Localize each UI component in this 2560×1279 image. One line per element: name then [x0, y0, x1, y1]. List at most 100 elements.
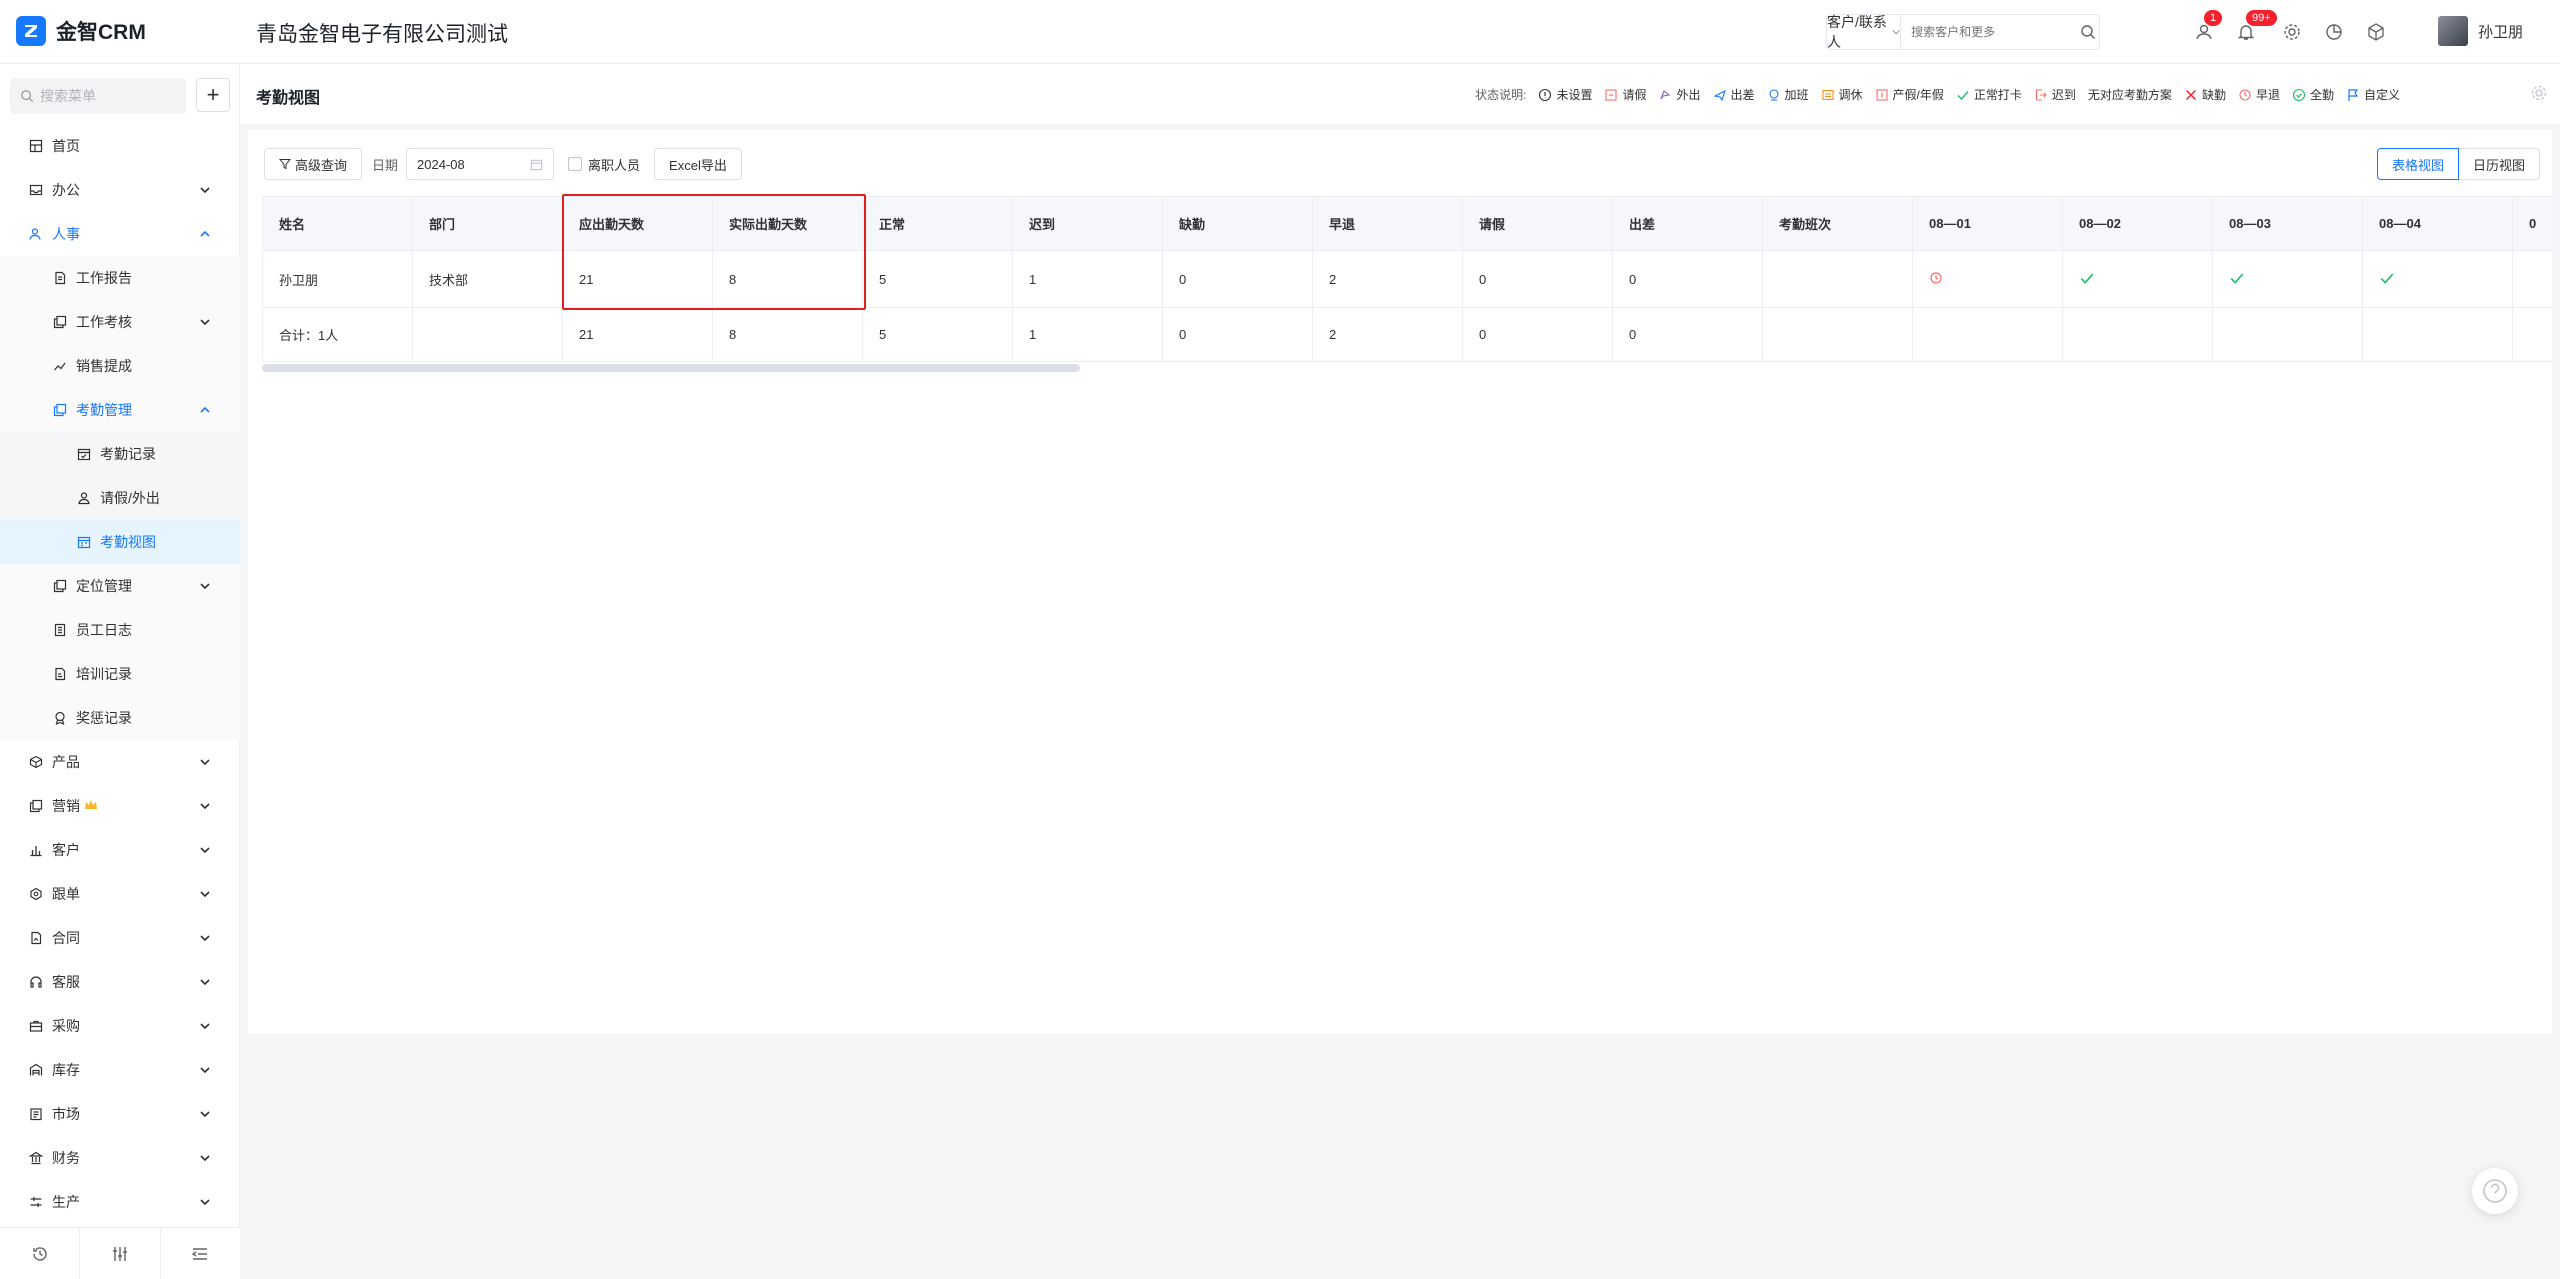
menu-search-input[interactable]: 搜索菜单 — [10, 78, 186, 114]
excel-export-button[interactable]: Excel导出 — [654, 148, 742, 180]
legend-leave: 请假 — [1604, 86, 1646, 103]
cell-day[interactable] — [2512, 250, 2552, 308]
sidebar-item-marketing[interactable]: 营销 — [0, 784, 240, 828]
col-header[interactable]: 08—03 — [2212, 196, 2363, 251]
sidebar-item-location[interactable]: 定位管理 — [0, 564, 240, 608]
cell-day[interactable] — [2062, 250, 2213, 308]
sidebar-footer — [0, 1227, 240, 1279]
sidebar-item-label: 请假/外出 — [100, 490, 160, 506]
copy-icon — [52, 578, 68, 594]
col-header[interactable]: 08—01 — [1912, 196, 2063, 251]
col-header[interactable]: 早退 — [1312, 196, 1463, 251]
search-type-select[interactable]: 客户/联系人 — [1827, 14, 1902, 50]
sidebar-item-home[interactable]: 首页 — [0, 124, 240, 168]
sidebar-item-service[interactable]: 客服 — [0, 960, 240, 1004]
col-header[interactable]: 正常 — [862, 196, 1013, 251]
home-icon — [28, 138, 44, 154]
cell-day[interactable] — [1912, 250, 2063, 308]
col-header[interactable]: 实际出勤天数 — [712, 196, 863, 251]
col-header[interactable]: 请假 — [1462, 196, 1613, 251]
bell-icon[interactable]: 99+ — [2234, 10, 2277, 44]
file-edit-icon — [52, 666, 68, 682]
checkbox-box[interactable] — [568, 157, 583, 171]
col-header[interactable]: 08—02 — [2062, 196, 2213, 251]
sidebar-item-attendance[interactable]: 考勤管理 — [0, 388, 240, 432]
chevron-down-icon — [200, 1023, 210, 1030]
sidebar-item-purchase[interactable]: 采购 — [0, 1004, 240, 1048]
calendar-view-button[interactable]: 日历视图 — [2458, 148, 2540, 180]
search-icon[interactable] — [2076, 15, 2099, 49]
sidebar-item-employee-log[interactable]: 员工日志 — [0, 608, 240, 652]
sidebar-item-leave[interactable]: 请假/外出 — [0, 476, 240, 520]
filter-settings-icon[interactable] — [80, 1228, 161, 1279]
sidebar-item-product[interactable]: 产品 — [0, 740, 240, 784]
cell-name: 孙卫朋 — [262, 250, 413, 308]
sidebar-item-sales-commission[interactable]: 销售提成 — [0, 344, 240, 388]
collapse-menu-icon[interactable] — [161, 1228, 240, 1279]
sidebar-item-finance[interactable]: 财务 — [0, 1136, 240, 1180]
advanced-query-button[interactable]: 高级查询 — [264, 148, 363, 180]
col-header[interactable]: 迟到 — [1012, 196, 1163, 251]
col-header[interactable]: 姓名 — [262, 196, 413, 251]
sidebar-item-customer[interactable]: 客户 — [0, 828, 240, 872]
sidebar-item-label: 采购 — [52, 1018, 80, 1034]
chart-pie-icon[interactable] — [2322, 20, 2346, 44]
col-header[interactable]: 08—04 — [2362, 196, 2513, 251]
summary-normal: 5 — [862, 307, 1013, 362]
sidebar-item-label: 培训记录 — [76, 666, 132, 682]
col-header[interactable]: 缺勤 — [1162, 196, 1313, 251]
sidebar-item-label: 工作考核 — [76, 314, 132, 330]
cell-day[interactable] — [2212, 250, 2363, 308]
sidebar-item-office[interactable]: 办公 — [0, 168, 240, 212]
month-picker[interactable]: 2024-08 — [406, 148, 555, 180]
user-menu[interactable]: 孙卫朋 — [2438, 16, 2523, 46]
logo-text: 金智CRM — [56, 21, 146, 44]
app-logo[interactable]: 金智CRM — [16, 16, 146, 46]
col-header[interactable]: 部门 — [412, 196, 563, 251]
sidebar-item-contract[interactable]: 合同 — [0, 916, 240, 960]
chevron-down-icon — [200, 979, 210, 986]
sidebar-item-attendance-view[interactable]: 考勤视图 — [0, 520, 240, 564]
gear-icon[interactable] — [2280, 20, 2304, 44]
summary-row: 合计：1人 21 8 5 1 0 2 0 0 — [262, 307, 2552, 362]
help-button[interactable] — [2472, 1168, 2518, 1214]
sidebar-item-hr[interactable]: 人事 — [0, 212, 240, 256]
col-header[interactable]: 出差 — [1612, 196, 1763, 251]
col-header[interactable]: 0 — [2512, 196, 2552, 251]
sidebar-item-label: 考勤记录 — [100, 446, 156, 462]
sidebar-item-work-report[interactable]: 工作报告 — [0, 256, 240, 300]
col-header[interactable]: 考勤班次 — [1762, 196, 1913, 251]
sidebar-item-training[interactable]: 培训记录 — [0, 652, 240, 696]
sidebar-item-label: 考勤视图 — [100, 534, 156, 550]
sidebar-item-inventory[interactable]: 库存 — [0, 1048, 240, 1092]
sidebar-item-production[interactable]: 生产 — [0, 1180, 240, 1224]
history-icon[interactable] — [0, 1228, 81, 1279]
cell-dept: 技术部 — [412, 250, 563, 308]
menu-search-placeholder: 搜索菜单 — [40, 88, 96, 104]
legend-late: 迟到 — [2034, 86, 2076, 103]
sidebar-item-attendance-records[interactable]: 考勤记录 — [0, 432, 240, 476]
table-view-button[interactable]: 表格视图 — [2376, 148, 2459, 180]
cell-day[interactable] — [2362, 250, 2513, 308]
legend-unset: 未设置 — [1538, 86, 1592, 103]
legend-full: 全勤 — [2292, 86, 2334, 103]
cube-icon[interactable] — [2364, 20, 2388, 44]
contacts-icon[interactable]: 1 — [2192, 10, 2223, 44]
resigned-checkbox[interactable]: 离职人员 — [568, 155, 640, 174]
sidebar-item-follow[interactable]: 跟单 — [0, 872, 240, 916]
col-header[interactable]: 应出勤天数 — [562, 196, 713, 251]
sidebar-item-label: 客户 — [52, 842, 80, 858]
add-button[interactable]: + — [196, 78, 230, 112]
horizontal-scrollbar[interactable] — [262, 364, 1080, 372]
sidebar-item-work-assessment[interactable]: 工作考核 — [0, 300, 240, 344]
bank-icon — [28, 1150, 44, 1166]
store-icon — [28, 1106, 44, 1122]
sidebar-item-market[interactable]: 市场 — [0, 1092, 240, 1136]
leave-icon — [1605, 88, 1618, 101]
sidebar-item-label: 合同 — [52, 930, 80, 946]
chevron-down-icon — [200, 1111, 210, 1118]
global-search-input[interactable] — [1901, 15, 2077, 49]
sidebar-item-rewards[interactable]: 奖惩记录 — [0, 696, 240, 740]
table-row[interactable]: 孙卫朋 技术部 21 8 5 1 0 2 0 0 — [262, 250, 2552, 308]
settings-icon[interactable] — [2530, 84, 2548, 107]
